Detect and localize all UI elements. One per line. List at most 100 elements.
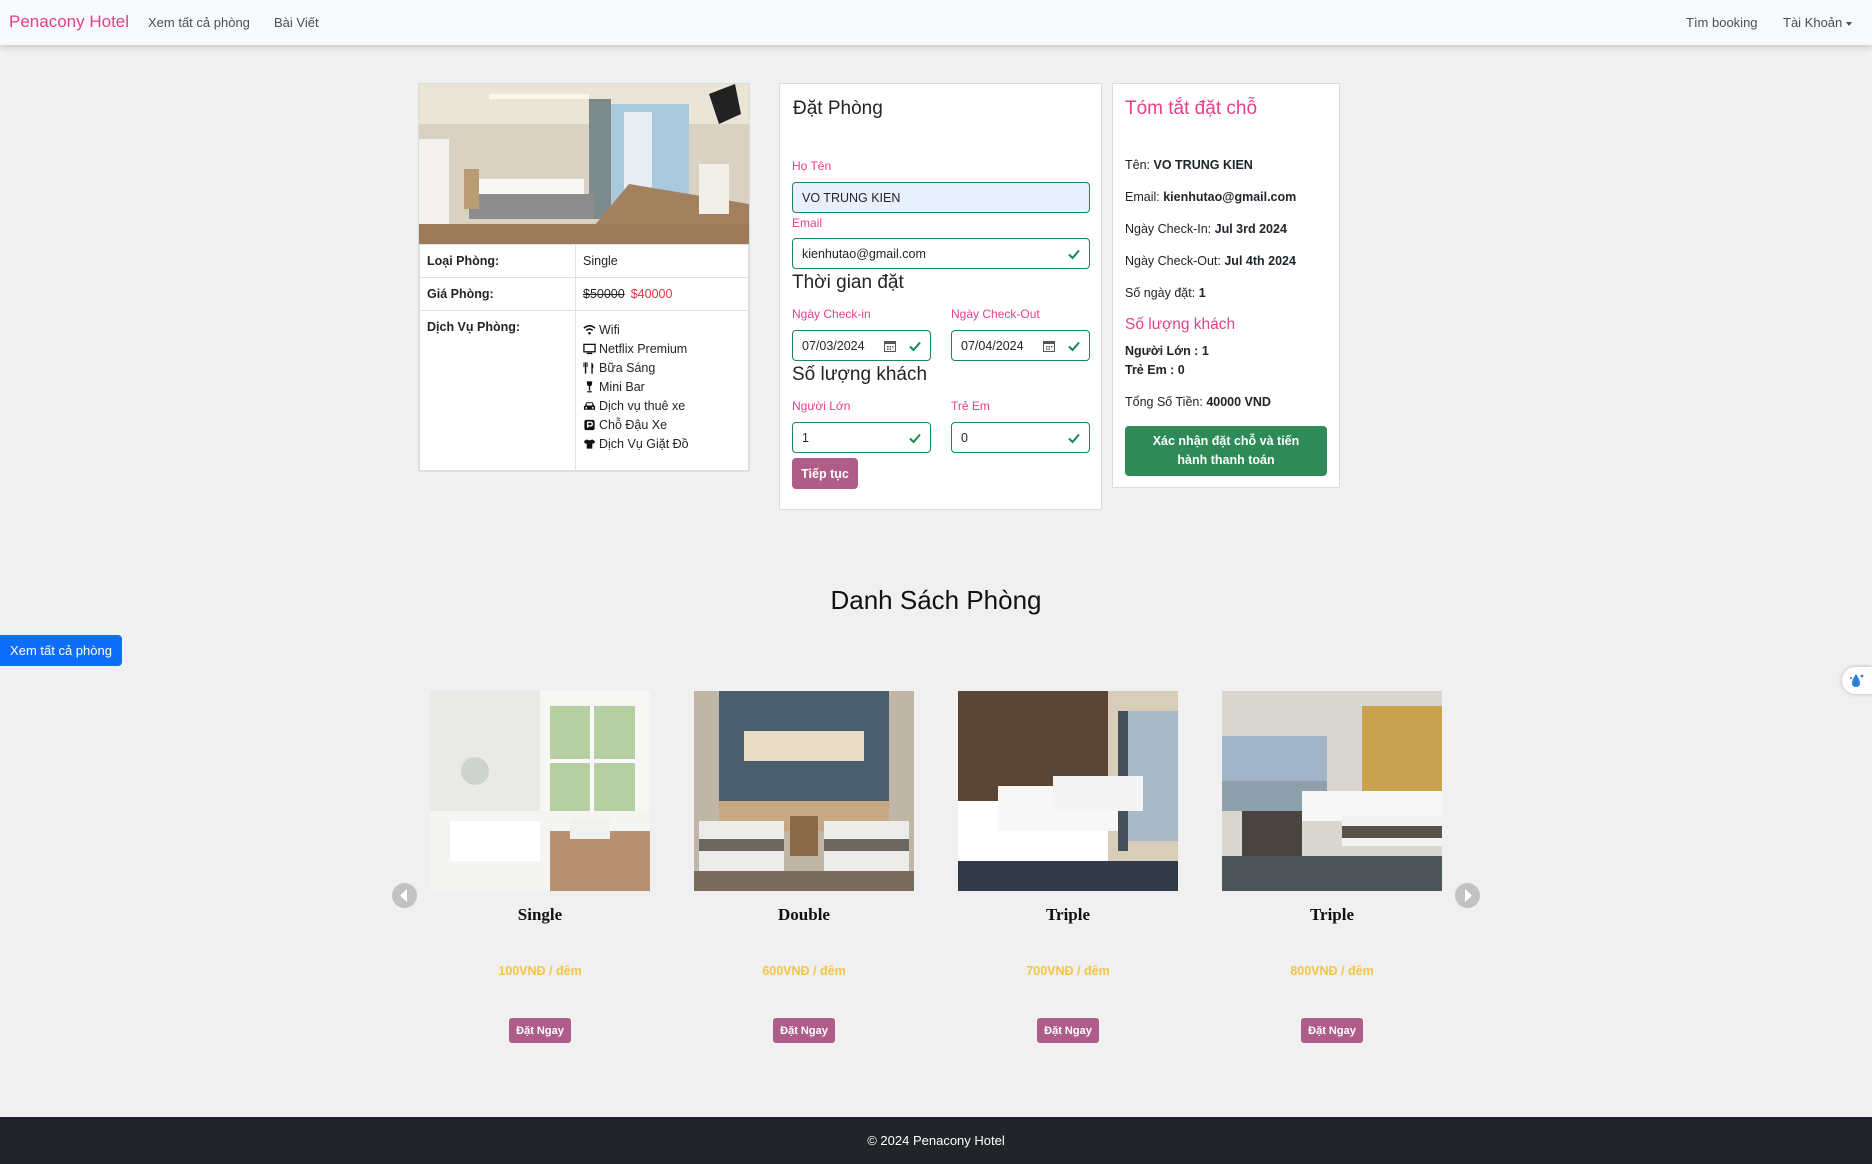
list-item: Dịch Vụ Giặt Đồ — [583, 434, 741, 453]
table-row: Dịch Vụ Phòng: Wifi Netflix Premium Bữa … — [419, 310, 749, 472]
room-price-label: Giá Phòng: — [419, 277, 576, 311]
room-card: Triple 700VNĐ / đêm Đặt Ngay — [958, 691, 1178, 1051]
room-details-table: Loại Phòng: Single Giá Phòng: $50000 $400… — [419, 244, 749, 472]
full-name-label: Họ Tên — [792, 159, 832, 173]
service-label: Wifi — [599, 322, 620, 337]
navbar: Penacony Hotel Xem tất cả phòng Bài Viết… — [0, 0, 1872, 45]
form-title: Đặt Phòng — [793, 98, 883, 119]
chevron-right-icon — [1465, 889, 1472, 902]
check-icon — [1068, 249, 1080, 260]
children-label: Trẻ Em — [951, 399, 990, 413]
room-name: Double — [778, 905, 830, 924]
children-input[interactable]: 0 — [951, 422, 1090, 453]
summary-checkout-value: Jul 4th 2024 — [1224, 254, 1296, 268]
list-item: Netflix Premium — [583, 339, 741, 358]
side-widget[interactable] — [1842, 667, 1872, 694]
room-type-label: Loại Phòng: — [419, 244, 576, 278]
new-price: $40000 — [630, 287, 673, 301]
summary-email: Email: kienhutao@gmail.com — [1125, 190, 1296, 204]
summary-name-value: VO TRUNG KIEN — [1153, 158, 1253, 172]
check-icon — [1068, 341, 1080, 352]
table-row: Loại Phòng: Single — [419, 244, 749, 278]
summary-total-label: Tổng Số Tiền: — [1125, 395, 1203, 409]
summary-name-label: Tên: — [1125, 158, 1151, 172]
room-price: 800VNĐ / đêm — [1290, 964, 1374, 978]
tv-icon — [583, 343, 596, 354]
account-dropdown[interactable]: Tài Khoản — [1783, 15, 1853, 30]
car-icon — [583, 401, 596, 410]
summary-name: Tên: VO TRUNG KIEN — [1125, 158, 1253, 172]
old-price: $50000 — [583, 287, 625, 301]
book-now-button[interactable]: Đặt Ngay — [1037, 1018, 1099, 1043]
summary-checkin: Ngày Check-In: Jul 3rd 2024 — [1125, 222, 1287, 236]
checkin-date-input[interactable]: 07/03/2024 — [792, 330, 931, 361]
room-image — [958, 691, 1178, 891]
children-value: 0 — [961, 430, 968, 445]
check-icon — [909, 341, 921, 352]
summary-checkout: Ngày Check-Out: Jul 4th 2024 — [1125, 254, 1296, 268]
calendar-icon[interactable] — [884, 340, 896, 352]
summary-email-label: Email: — [1125, 190, 1160, 204]
wine-glass-icon — [586, 380, 593, 392]
nav-link-find-booking[interactable]: Tìm booking — [1686, 15, 1758, 30]
list-item: Mini Bar — [583, 377, 741, 396]
service-label: Dịch Vụ Giặt Đồ — [599, 436, 689, 451]
wifi-icon — [583, 324, 596, 335]
adults-value: 1 — [802, 430, 809, 445]
room-photo — [419, 84, 749, 244]
nav-link-articles[interactable]: Bài Viết — [274, 15, 319, 30]
summary-days-label: Số ngày đặt: — [1125, 286, 1196, 300]
room-name: Triple — [1309, 905, 1355, 924]
view-all-rooms-button[interactable]: Xem tất cả phòng — [0, 635, 122, 666]
book-now-button[interactable]: Đặt Ngay — [1301, 1018, 1363, 1043]
continue-button[interactable]: Tiếp tục — [792, 458, 858, 489]
service-label: Chỗ Đậu Xe — [599, 417, 668, 432]
booking-time-heading: Thời gian đặt — [792, 272, 904, 293]
table-row: Giá Phòng: $50000 $40000 — [419, 277, 749, 311]
chevron-left-icon — [400, 889, 407, 902]
account-dropdown-label: Tài Khoản — [1783, 15, 1843, 30]
room-image — [430, 691, 650, 891]
service-label: Mini Bar — [599, 379, 645, 394]
footer-copyright: © 2024 Penacony Hotel — [867, 1133, 1005, 1148]
checkout-date-value: 07/04/2024 — [961, 338, 1024, 353]
room-price: 100VNĐ / đêm — [498, 964, 582, 978]
service-label: Dịch vụ thuê xe — [599, 398, 686, 413]
full-name-input[interactable]: VO TRUNG KIEN — [792, 182, 1090, 213]
book-now-button[interactable]: Đặt Ngay — [773, 1018, 835, 1043]
room-price: 700VNĐ / đêm — [1026, 964, 1110, 978]
checkin-date-value: 07/03/2024 — [802, 338, 865, 353]
footer: © 2024 Penacony Hotel — [0, 1117, 1872, 1164]
nav-link-all-rooms[interactable]: Xem tất cả phòng — [148, 15, 250, 30]
room-card: Single 100VNĐ / đêm Đặt Ngay — [430, 691, 650, 1051]
calendar-icon[interactable] — [1043, 340, 1055, 352]
room-image — [1222, 691, 1442, 891]
services-list: Wifi Netflix Premium Bữa Sáng Mini Bar D… — [583, 320, 741, 453]
email-label: Email — [792, 216, 823, 230]
guest-count-heading: Số lượng khách — [792, 364, 928, 385]
carousel-prev-button[interactable] — [392, 883, 417, 908]
room-type-value: Single — [575, 244, 749, 278]
checkout-date-input[interactable]: 07/04/2024 — [951, 330, 1090, 361]
water-drop-icon — [1850, 674, 1864, 687]
email-value: kienhutao@gmail.com — [802, 246, 926, 261]
parking-icon — [584, 419, 595, 430]
caret-down-icon — [1846, 21, 1853, 26]
summary-guests-title: Số lượng khách — [1125, 316, 1236, 333]
room-card: Double 600VNĐ / đêm Đặt Ngay — [694, 691, 914, 1051]
email-field[interactable]: kienhutao@gmail.com — [792, 238, 1090, 269]
adults-input[interactable]: 1 — [792, 422, 931, 453]
carousel-next-button[interactable] — [1455, 883, 1480, 908]
summary-checkin-label: Ngày Check-In: — [1125, 222, 1212, 236]
list-item: Chỗ Đậu Xe — [583, 415, 741, 434]
list-item: Wifi — [583, 320, 741, 339]
summary-days: Số ngày đặt: 1 — [1125, 286, 1206, 300]
summary-total-value: 40000 VND — [1206, 395, 1271, 409]
summary-days-value: 1 — [1198, 286, 1206, 300]
service-label: Bữa Sáng — [599, 360, 656, 375]
book-now-button[interactable]: Đặt Ngay — [509, 1018, 571, 1043]
summary-total: Tổng Số Tiền: 40000 VND — [1125, 395, 1271, 409]
confirm-booking-button[interactable]: Xác nhận đặt chỗ và tiến hành thanh toán — [1125, 426, 1327, 476]
list-item: Bữa Sáng — [583, 358, 741, 377]
brand-link[interactable]: Penacony Hotel — [9, 12, 129, 32]
